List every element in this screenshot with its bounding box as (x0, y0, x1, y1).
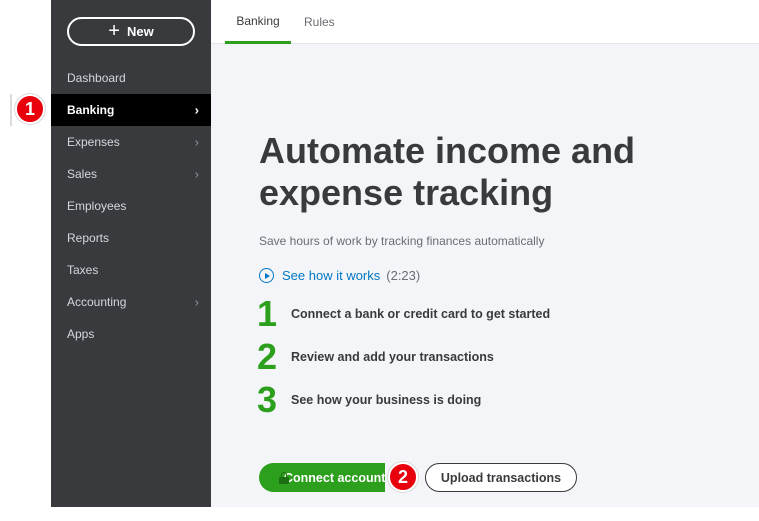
chevron-right-icon: › (194, 134, 199, 150)
sidebar-item-label: Apps (67, 327, 95, 341)
step-item: 2 Review and add your transactions (257, 339, 494, 375)
see-how-it-works-link[interactable]: See how it works (282, 268, 380, 283)
sidebar-item-reports[interactable]: Reports (51, 222, 211, 254)
sidebar-item-sales[interactable]: Sales › (51, 158, 211, 190)
sidebar-item-taxes[interactable]: Taxes (51, 254, 211, 286)
step-text: See how your business is doing (291, 393, 482, 407)
sidebar-item-label: Reports (67, 231, 110, 245)
marker-guide-line (10, 94, 12, 126)
step-item: 1 Connect a bank or credit card to get s… (257, 296, 550, 332)
page-subtitle: Save hours of work by tracking finances … (259, 234, 545, 248)
sidebar-item-dashboard[interactable]: Dashboard (51, 62, 211, 94)
tab-rules[interactable]: Rules (304, 0, 335, 44)
plus-icon: + (108, 19, 120, 42)
sidebar-item-label: Accounting (67, 295, 127, 309)
connect-account-label: Connect account (284, 470, 385, 485)
step-marker-2: 2 (388, 462, 418, 492)
sidebar-item-apps[interactable]: Apps (51, 318, 211, 350)
sidebar-item-employees[interactable]: Employees (51, 190, 211, 222)
app-page: + New Dashboard Banking › Expenses › Sal… (0, 0, 759, 521)
how-it-works: See how it works (2:23) (259, 268, 420, 283)
sidebar-item-banking[interactable]: Banking › (51, 94, 211, 126)
chevron-right-icon: › (194, 166, 199, 182)
upload-transactions-button[interactable]: Upload transactions (425, 463, 577, 492)
sidebar-item-label: Taxes (67, 263, 99, 277)
sidebar-item-accounting[interactable]: Accounting › (51, 286, 211, 318)
step-text: Connect a bank or credit card to get sta… (291, 307, 551, 321)
video-duration: (2:23) (386, 268, 421, 283)
tab-bar: Banking Rules (211, 0, 759, 44)
sidebar-item-label: Expenses (67, 135, 120, 149)
play-circle-icon[interactable] (259, 268, 274, 283)
sidebar-nav: Dashboard Banking › Expenses › Sales › E… (51, 62, 211, 350)
sidebar-item-label: Sales (67, 167, 98, 181)
step-number: 1 (257, 293, 278, 334)
step-item: 3 See how your business is doing (257, 382, 481, 418)
sidebar-item-label: Employees (67, 199, 127, 213)
step-number: 2 (257, 336, 278, 377)
tab-banking[interactable]: Banking (225, 0, 291, 44)
sidebar-item-label: Dashboard (67, 71, 126, 85)
connect-account-button[interactable]: Connect account (259, 463, 385, 492)
step-text: Review and add your transactions (291, 350, 494, 364)
page-headline: Automate income and expense tracking (259, 130, 636, 213)
new-button-label: New (126, 24, 154, 39)
sidebar-item-label: Banking (67, 103, 115, 117)
sidebar: + New Dashboard Banking › Expenses › Sal… (51, 0, 211, 507)
sidebar-item-expenses[interactable]: Expenses › (51, 126, 211, 158)
step-number: 3 (257, 379, 278, 420)
step-marker-1: 1 (15, 94, 45, 124)
new-button[interactable]: + New (67, 17, 195, 46)
chevron-right-icon: › (194, 294, 199, 310)
chevron-right-icon: › (194, 102, 199, 118)
